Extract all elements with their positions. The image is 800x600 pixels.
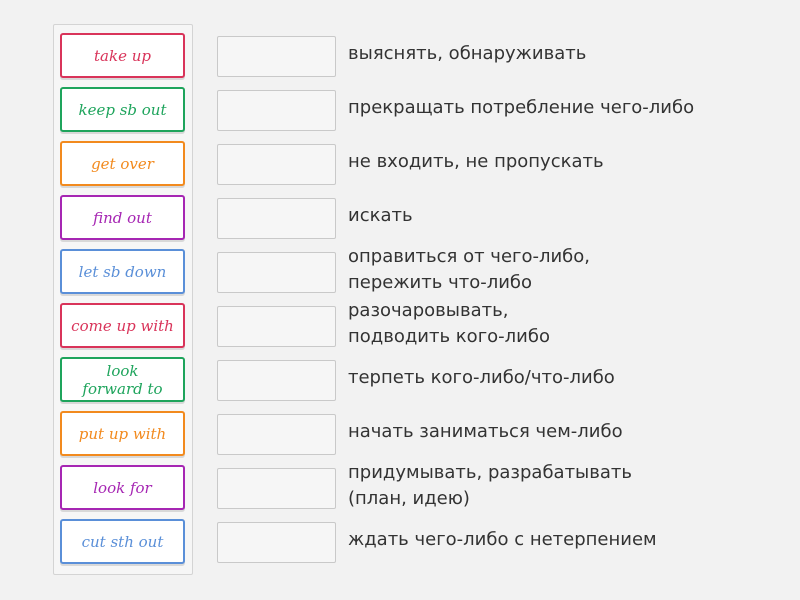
drop-slot-7[interactable]	[217, 360, 336, 401]
tile-put-up-with[interactable]: put up with	[60, 411, 185, 456]
tile-label: look forward to	[82, 361, 163, 398]
definition-1: выяснять, обнаруживать	[348, 43, 587, 64]
tile-label: let sb down	[78, 262, 167, 281]
drop-slot-4[interactable]	[217, 198, 336, 239]
definition-4: искать	[348, 205, 413, 226]
tile-label: find out	[93, 208, 152, 227]
tile-take-up[interactable]: take up	[60, 33, 185, 78]
definition-7: терпеть кого-либо/что-либо	[348, 367, 615, 388]
drop-slot-2[interactable]	[217, 90, 336, 131]
tile-find-out[interactable]: find out	[60, 195, 185, 240]
definition-3: не входить, не пропускать	[348, 151, 604, 172]
tile-label: take up	[94, 46, 151, 65]
tile-keep-sb-out[interactable]: keep sb out	[60, 87, 185, 132]
tile-label: look for	[93, 478, 152, 497]
drop-slot-10[interactable]	[217, 522, 336, 563]
tile-come-up-with[interactable]: come up with	[60, 303, 185, 348]
definition-9: придумывать, разрабатывать (план, идею)	[348, 462, 633, 509]
tile-look-for[interactable]: look for	[60, 465, 185, 510]
tile-cut-sth-out[interactable]: cut sth out	[60, 519, 185, 564]
tile-label: cut sth out	[81, 532, 164, 551]
tile-get-over[interactable]: get over	[60, 141, 185, 186]
definition-8: начать заниматься чем-либо	[348, 421, 623, 442]
drop-slot-5[interactable]	[217, 252, 336, 293]
tile-label: come up with	[71, 316, 174, 335]
drop-slot-6[interactable]	[217, 306, 336, 347]
definition-2: прекращать потребление чего-либо	[348, 97, 695, 118]
definition-5: оправиться от чего-либо, пережить что-ли…	[348, 246, 591, 293]
tile-let-sb-down[interactable]: let sb down	[60, 249, 185, 294]
tile-label: get over	[91, 154, 154, 173]
tile-label: keep sb out	[78, 100, 167, 119]
definition-10: ждать чего-либо с нетерпением	[348, 529, 657, 550]
drop-slot-1[interactable]	[217, 36, 336, 77]
drop-slot-3[interactable]	[217, 144, 336, 185]
tile-look-forward-to[interactable]: look forward to	[60, 357, 185, 402]
drop-slot-9[interactable]	[217, 468, 336, 509]
tile-label: put up with	[78, 424, 167, 443]
definition-6: разочаровывать, подводить кого-либо	[348, 300, 550, 347]
drop-slot-8[interactable]	[217, 414, 336, 455]
